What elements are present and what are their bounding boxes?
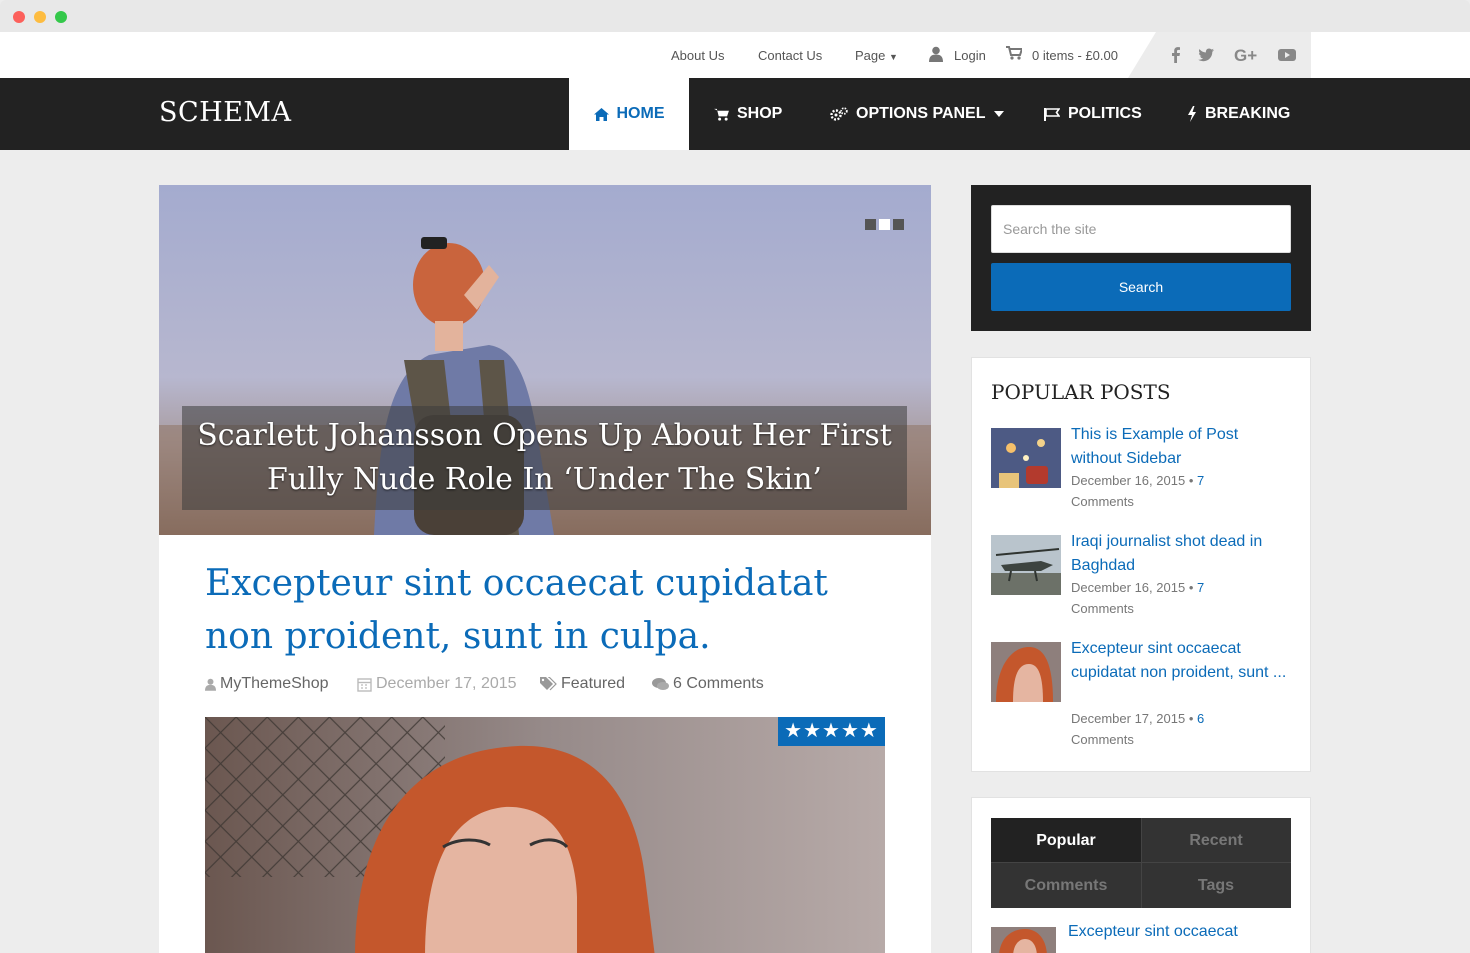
slider-dot-active[interactable]	[879, 219, 890, 230]
comments-icon	[652, 678, 669, 690]
post-category[interactable]: Featured	[540, 675, 625, 693]
slider-dot[interactable]	[865, 219, 876, 230]
popular-post-comment-count[interactable]: 7	[1197, 580, 1204, 595]
post-image	[205, 717, 885, 953]
post-category-name: Featured	[561, 675, 626, 692]
popular-post-thumbnail[interactable]	[991, 642, 1061, 702]
cart-icon	[714, 108, 729, 121]
contact-us-link[interactable]: Contact Us	[758, 48, 822, 63]
nav-politics-label: POLITICS	[1068, 105, 1142, 122]
facebook-icon[interactable]	[1166, 45, 1186, 65]
post-comments-count: 6 Comments	[673, 675, 764, 692]
twitter-icon[interactable]	[1196, 45, 1216, 65]
calendar-icon	[357, 677, 372, 692]
slider-dot[interactable]	[893, 219, 904, 230]
search-input[interactable]	[991, 205, 1291, 253]
popular-post-comments-label: Comments	[1071, 494, 1134, 509]
page-menu-label: Page	[855, 48, 886, 63]
bolt-icon	[1188, 106, 1196, 122]
slider-pagination	[865, 219, 904, 230]
popular-post-title[interactable]: This is Example of Post without Sidebar	[1071, 423, 1291, 471]
user-icon	[205, 678, 216, 691]
popular-post-title[interactable]: Iraqi journalist shot dead in Baghdad	[1071, 530, 1291, 578]
nav-breaking[interactable]: BREAKING	[1187, 78, 1290, 150]
post-author-name: MyThemeShop	[220, 675, 329, 692]
meta-separator: •	[1188, 711, 1194, 726]
google-plus-icon[interactable]: G+	[1234, 45, 1260, 65]
popular-post-date: December 16, 2015	[1071, 580, 1186, 595]
popular-post-comments-label: Comments	[1071, 601, 1134, 616]
user-icon	[929, 46, 947, 64]
svg-text:G+: G+	[1234, 46, 1257, 65]
meta-separator: •	[1188, 580, 1194, 595]
caret-down-icon	[993, 111, 1004, 117]
gears-icon	[830, 106, 848, 121]
nav-shop-label: SHOP	[737, 105, 783, 122]
nav-politics[interactable]: POLITICS	[1044, 78, 1142, 150]
featured-slider[interactable]: Scarlett Johansson Opens Up About Her Fi…	[159, 185, 931, 535]
slider-caption[interactable]: Scarlett Johansson Opens Up About Her Fi…	[182, 406, 907, 510]
window-titlebar	[0, 0, 1470, 32]
post-comments[interactable]: 6 Comments	[652, 675, 764, 693]
popular-post-meta: December 16, 2015 • 7 Comments	[1071, 470, 1291, 512]
popular-post-comment-count[interactable]: 7	[1197, 473, 1204, 488]
tab-post-title[interactable]: Excepteur sint occaecat	[1068, 923, 1238, 941]
flag-icon	[1044, 107, 1060, 121]
cart-link[interactable]: 0 items - £0.00	[1032, 48, 1118, 63]
close-window-button[interactable]	[13, 11, 25, 23]
tab-tags[interactable]: Tags	[1141, 863, 1291, 908]
youtube-icon[interactable]	[1277, 45, 1297, 65]
nav-home-label: HOME	[616, 105, 665, 122]
nav-options-panel-label: OPTIONS PANEL	[856, 105, 986, 122]
tab-popular[interactable]: Popular	[991, 818, 1141, 863]
post-title[interactable]: Excepteur sint occaecat cupidatat non pr…	[205, 557, 845, 663]
meta-separator: •	[1188, 473, 1194, 488]
tags-icon	[540, 677, 557, 691]
tab-recent[interactable]: Recent	[1141, 818, 1291, 863]
rating-stars: ★★★★★	[778, 717, 885, 746]
tab-post-thumbnail[interactable]	[991, 927, 1056, 953]
tab-divider	[991, 862, 1291, 863]
popular-posts-title: POPULAR POSTS	[991, 380, 1171, 404]
nav-options-panel[interactable]: OPTIONS PANEL	[830, 78, 1004, 150]
maximize-window-button[interactable]	[55, 11, 67, 23]
popular-post-comments-label: Comments	[1071, 732, 1134, 747]
post-date: December 17, 2015	[357, 675, 517, 693]
post-featured-image[interactable]	[205, 717, 885, 953]
about-us-link[interactable]: About Us	[671, 48, 724, 63]
nav-home[interactable]: HOME	[569, 78, 689, 150]
popular-post-meta: December 16, 2015 • 7 Comments	[1071, 577, 1291, 619]
popular-post-thumbnail[interactable]	[991, 535, 1061, 595]
nav-breaking-label: BREAKING	[1205, 105, 1291, 122]
popular-post-title[interactable]: Excepteur sint occaecat cupidatat non pr…	[1071, 637, 1291, 685]
tab-divider	[1141, 818, 1142, 908]
tab-comments[interactable]: Comments	[991, 863, 1141, 908]
chevron-down-icon: ▼	[889, 52, 898, 62]
login-link[interactable]: Login	[954, 48, 986, 63]
popular-post-date: December 16, 2015	[1071, 473, 1186, 488]
minimize-window-button[interactable]	[34, 11, 46, 23]
home-icon	[593, 107, 609, 121]
popular-post-date: December 17, 2015	[1071, 711, 1186, 726]
cart-icon	[1006, 46, 1024, 64]
post-author[interactable]: MyThemeShop	[205, 675, 329, 693]
post-date-text: December 17, 2015	[376, 675, 517, 692]
popular-post-thumbnail[interactable]	[991, 428, 1061, 488]
popular-post-comment-count[interactable]: 6	[1197, 711, 1204, 726]
page-menu-link[interactable]: Page ▼	[855, 48, 898, 63]
popular-post-meta: December 17, 2015 • 6 Comments	[1071, 708, 1291, 750]
nav-shop[interactable]: SHOP	[714, 78, 782, 150]
site-logo[interactable]: SCHEMA	[159, 97, 292, 128]
search-button[interactable]: Search	[991, 263, 1291, 311]
